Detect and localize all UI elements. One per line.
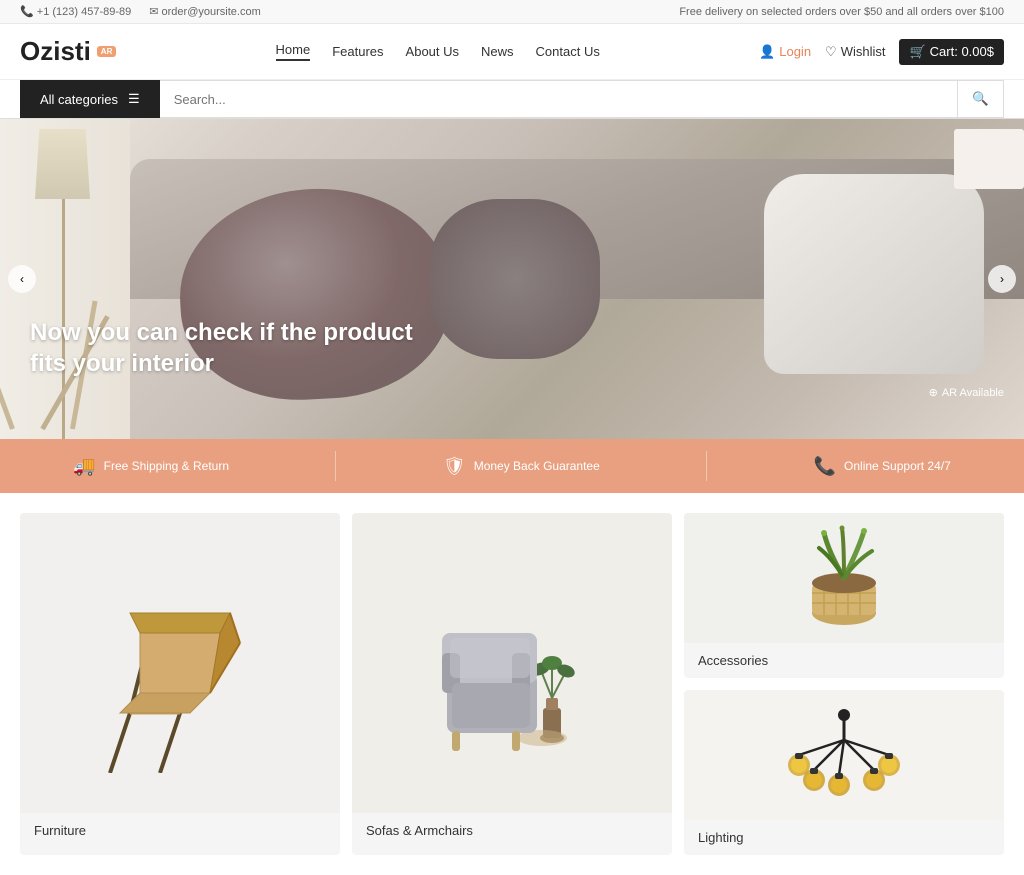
search-input-wrap: 🔍 xyxy=(160,80,1004,118)
logo-text: Ozisti xyxy=(20,36,91,67)
all-categories-label: All categories xyxy=(40,92,118,107)
accessories-image xyxy=(794,523,894,633)
nav-home[interactable]: Home xyxy=(276,42,311,61)
cart-label: Cart: 0.00$ xyxy=(930,44,994,59)
benefit-divider-1 xyxy=(335,451,336,481)
search-bar: All categories ☰ 🔍 xyxy=(0,80,1024,119)
moneyback-label: Money Back Guarantee xyxy=(474,459,600,473)
lamp-leg1 xyxy=(0,306,15,430)
slider-next-button[interactable]: › xyxy=(988,265,1016,293)
support-icon: 📞 xyxy=(814,456,836,477)
ar-badge: AR xyxy=(97,46,117,57)
all-categories-button[interactable]: All categories ☰ xyxy=(20,80,160,118)
header: Ozisti AR Home Features About Us News Co… xyxy=(0,24,1024,80)
category-lighting[interactable]: Lighting xyxy=(684,690,1004,855)
accessories-label: Accessories xyxy=(684,643,1004,678)
wishlist-link[interactable]: ♡ Wishlist xyxy=(825,44,885,60)
menu-icon: ☰ xyxy=(128,91,140,107)
moneyback-icon: 🛡 xyxy=(443,456,466,477)
benefit-divider-2 xyxy=(706,451,707,481)
nav-features[interactable]: Features xyxy=(332,44,383,59)
header-actions: 👤 Login ♡ Wishlist 🛒 Cart: 0.00$ xyxy=(759,39,1004,65)
benefit-moneyback: 🛡 Money Back Guarantee xyxy=(443,456,600,477)
cart-icon: 🛒 xyxy=(909,44,925,60)
cart-button[interactable]: 🛒 Cart: 0.00$ xyxy=(899,39,1004,65)
sofas-label: Sofas & Armchairs xyxy=(352,813,672,848)
furniture-label: Furniture xyxy=(20,813,340,848)
shipping-icon: 🚚 xyxy=(73,456,95,477)
category-furniture[interactable]: Furniture xyxy=(20,513,340,855)
furniture-image xyxy=(100,553,260,773)
hero-slider: Now you can check if the product fits yo… xyxy=(0,119,1024,439)
logo[interactable]: Ozisti AR xyxy=(20,36,116,67)
sofas-image xyxy=(432,563,592,763)
support-label: Online Support 24/7 xyxy=(844,459,951,473)
ar-indicator xyxy=(954,129,1024,189)
benefits-bar: 🚚 Free Shipping & Return 🛡 Money Back Gu… xyxy=(0,439,1024,493)
slider-prev-button[interactable]: ‹ xyxy=(8,265,36,293)
lighting-label: Lighting xyxy=(684,820,1004,855)
main-nav: Home Features About Us News Contact Us xyxy=(146,42,729,61)
hero-text: Now you can check if the product fits yo… xyxy=(30,317,413,379)
search-button[interactable]: 🔍 xyxy=(957,81,1003,117)
search-input[interactable] xyxy=(160,82,958,117)
lighting-image xyxy=(774,700,914,810)
nav-contact[interactable]: Contact Us xyxy=(536,44,600,59)
shipping-label: Free Shipping & Return xyxy=(104,459,229,473)
login-icon: 👤 xyxy=(759,44,775,60)
nav-about[interactable]: About Us xyxy=(406,44,459,59)
pillow-dark xyxy=(430,199,600,359)
sofa-area xyxy=(130,119,1024,439)
top-bar: 📞 +1 (123) 457-89-89 ✉ order@yoursite.co… xyxy=(0,0,1024,24)
lamp-shade xyxy=(35,129,90,199)
hero-headline: Now you can check if the product fits yo… xyxy=(30,317,413,379)
ar-available-text: AR Available xyxy=(942,387,1004,399)
top-bar-left: 📞 +1 (123) 457-89-89 ✉ order@yoursite.co… xyxy=(20,5,261,18)
ar-available-badge: ⊕ AR Available xyxy=(929,386,1004,399)
benefit-shipping: 🚚 Free Shipping & Return xyxy=(73,456,229,477)
login-link[interactable]: 👤 Login xyxy=(759,44,811,60)
category-sofas[interactable]: Sofas & Armchairs xyxy=(352,513,672,855)
email-text: ✉ order@yoursite.com xyxy=(149,5,260,18)
nav-news[interactable]: News xyxy=(481,44,514,59)
category-section: Furniture xyxy=(0,493,1024,875)
promo-text: Free delivery on selected orders over $5… xyxy=(679,6,1004,18)
search-icon: 🔍 xyxy=(972,91,989,106)
benefit-support: 📞 Online Support 24/7 xyxy=(814,456,951,477)
category-accessories[interactable]: Accessories xyxy=(684,513,1004,678)
login-label: Login xyxy=(779,44,811,59)
wishlist-label: Wishlist xyxy=(841,44,886,59)
phone-text: 📞 +1 (123) 457-89-89 xyxy=(20,5,131,18)
pillow-white xyxy=(764,174,984,374)
ar-available-icon: ⊕ xyxy=(929,386,938,399)
wishlist-icon: ♡ xyxy=(825,44,837,60)
